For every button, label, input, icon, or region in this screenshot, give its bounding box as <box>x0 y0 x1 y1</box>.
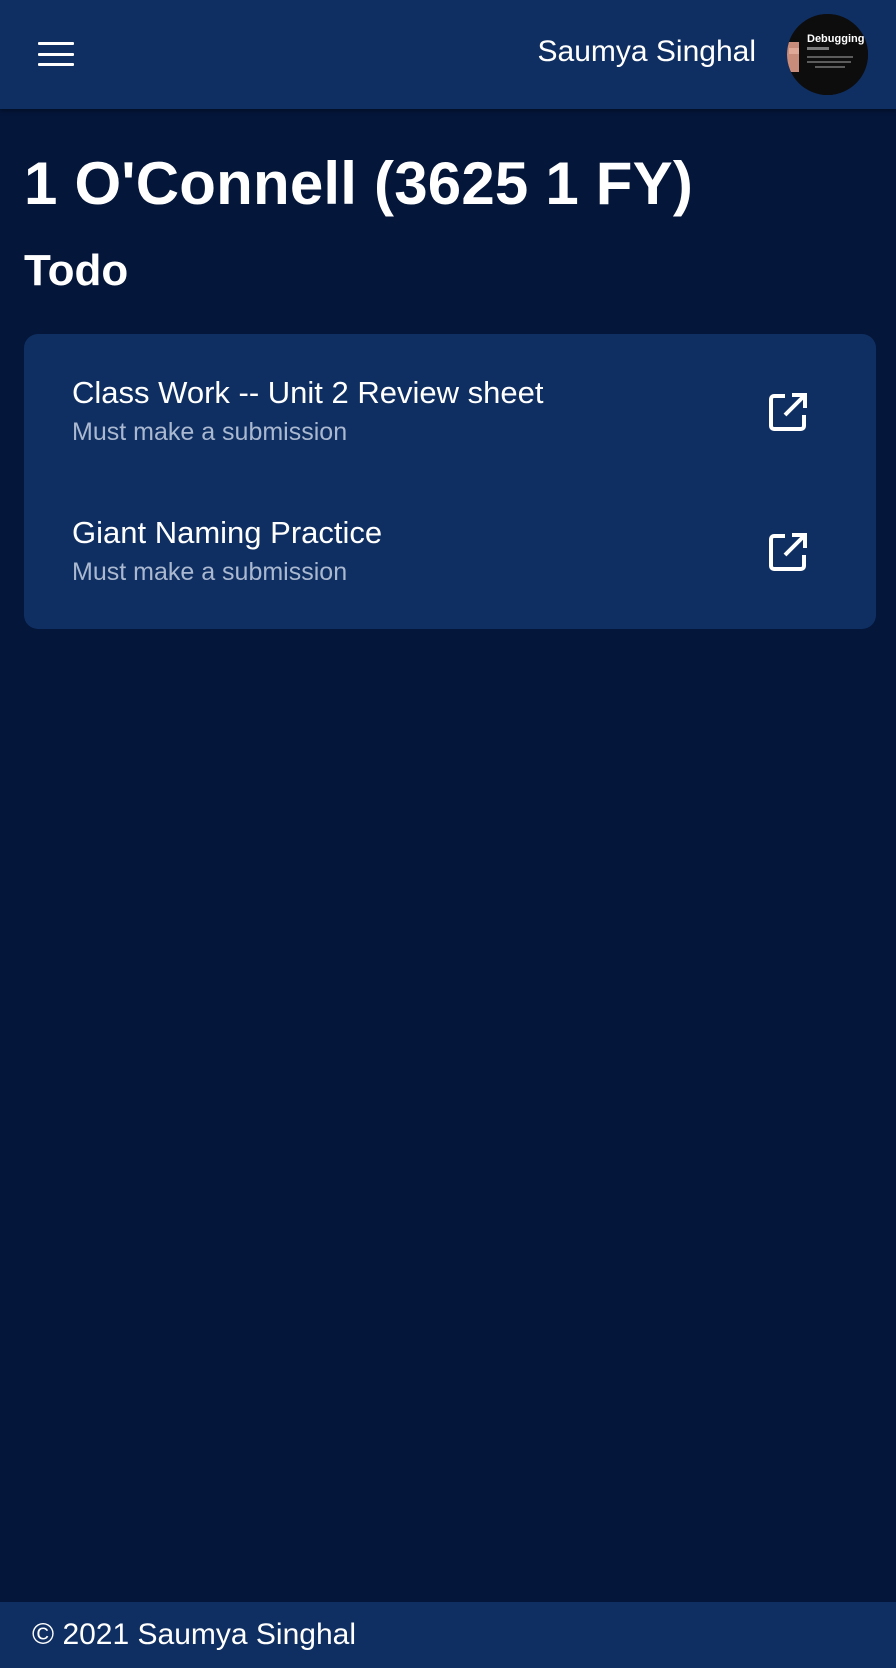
avatar-image: Debugging <box>787 14 868 95</box>
open-in-new-icon[interactable] <box>766 530 810 574</box>
todo-list-card: Class Work -- Unit 2 Review sheet Must m… <box>24 334 876 629</box>
open-in-new-icon[interactable] <box>766 390 810 434</box>
top-app-bar: Saumya Singhal Debugging <box>0 0 896 109</box>
main-content: 1 O'Connell (3625 1 FY) Todo Class Work … <box>24 109 876 629</box>
todo-item[interactable]: Giant Naming Practice Must make a submis… <box>24 514 876 654</box>
app-root: Saumya Singhal Debugging 1 O'Connell (36… <box>0 0 896 1668</box>
hamburger-menu-icon <box>38 42 74 66</box>
avatar[interactable]: Debugging <box>787 14 868 95</box>
menu-button[interactable] <box>26 30 86 78</box>
todo-item-status: Must make a submission <box>72 418 348 446</box>
todo-item-title: Class Work -- Unit 2 Review sheet <box>72 375 544 410</box>
todo-item-title: Giant Naming Practice <box>72 515 383 550</box>
footer: © 2021 Saumya Singhal <box>0 1602 896 1668</box>
user-name: Saumya Singhal <box>537 35 756 68</box>
copyright-text: © 2021 Saumya Singhal <box>32 1618 356 1651</box>
avatar-caption: Debugging <box>807 33 864 45</box>
page-title: 1 O'Connell (3625 1 FY) <box>24 150 694 217</box>
todo-item[interactable]: Class Work -- Unit 2 Review sheet Must m… <box>24 374 876 514</box>
todo-item-status: Must make a submission <box>72 558 348 586</box>
section-title-todo: Todo <box>24 246 129 295</box>
